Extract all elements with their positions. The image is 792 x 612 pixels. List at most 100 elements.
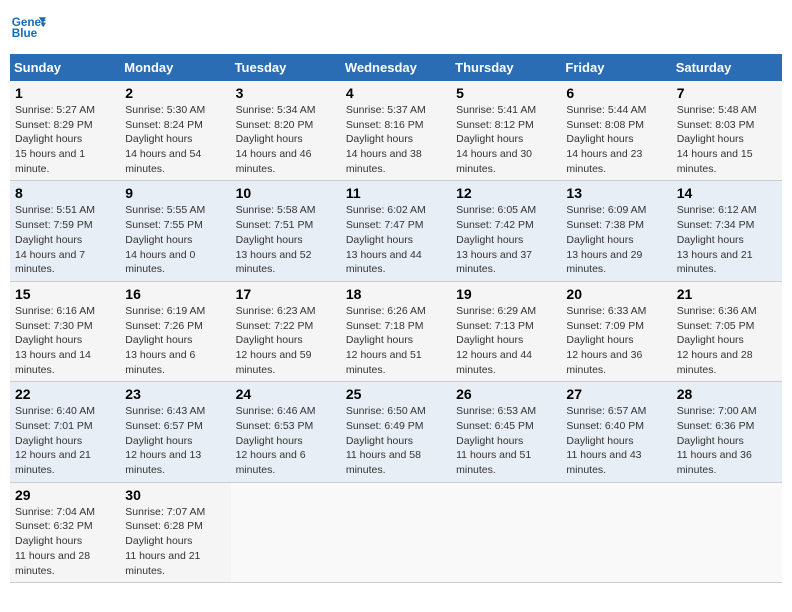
day-number: 1	[15, 85, 115, 101]
calendar-day-cell: 28 Sunrise: 7:00 AMSunset: 6:36 PMDaylig…	[672, 382, 782, 482]
day-number: 19	[456, 286, 556, 302]
calendar-day-cell: 2 Sunrise: 5:30 AMSunset: 8:24 PMDayligh…	[120, 81, 230, 181]
day-info: Sunrise: 6:02 AMSunset: 7:47 PMDaylight …	[346, 203, 446, 276]
day-info: Sunrise: 6:12 AMSunset: 7:34 PMDaylight …	[677, 203, 777, 276]
day-info: Sunrise: 5:41 AMSunset: 8:12 PMDaylight …	[456, 103, 556, 176]
calendar-day-cell: 27 Sunrise: 6:57 AMSunset: 6:40 PMDaylig…	[561, 382, 671, 482]
day-info: Sunrise: 7:00 AMSunset: 6:36 PMDaylight …	[677, 404, 777, 477]
calendar-day-cell: 4 Sunrise: 5:37 AMSunset: 8:16 PMDayligh…	[341, 81, 451, 181]
day-number: 16	[125, 286, 225, 302]
logo: General Blue	[10, 10, 46, 46]
weekday-header: Saturday	[672, 54, 782, 81]
day-info: Sunrise: 6:33 AMSunset: 7:09 PMDaylight …	[566, 304, 666, 377]
day-number: 28	[677, 386, 777, 402]
calendar-day-cell	[451, 482, 561, 582]
day-number: 12	[456, 185, 556, 201]
day-info: Sunrise: 7:07 AMSunset: 6:28 PMDaylight …	[125, 505, 225, 578]
day-info: Sunrise: 5:34 AMSunset: 8:20 PMDaylight …	[236, 103, 336, 176]
day-info: Sunrise: 7:04 AMSunset: 6:32 PMDaylight …	[15, 505, 115, 578]
day-info: Sunrise: 5:58 AMSunset: 7:51 PMDaylight …	[236, 203, 336, 276]
day-number: 23	[125, 386, 225, 402]
day-info: Sunrise: 6:16 AMSunset: 7:30 PMDaylight …	[15, 304, 115, 377]
day-number: 17	[236, 286, 336, 302]
weekday-header: Sunday	[10, 54, 120, 81]
day-info: Sunrise: 6:05 AMSunset: 7:42 PMDaylight …	[456, 203, 556, 276]
calendar-day-cell: 24 Sunrise: 6:46 AMSunset: 6:53 PMDaylig…	[231, 382, 341, 482]
weekday-header: Friday	[561, 54, 671, 81]
calendar-day-cell: 29 Sunrise: 7:04 AMSunset: 6:32 PMDaylig…	[10, 482, 120, 582]
day-number: 11	[346, 185, 446, 201]
calendar-week-row: 8 Sunrise: 5:51 AMSunset: 7:59 PMDayligh…	[10, 181, 782, 281]
day-info: Sunrise: 6:43 AMSunset: 6:57 PMDaylight …	[125, 404, 225, 477]
day-info: Sunrise: 5:27 AMSunset: 8:29 PMDaylight …	[15, 103, 115, 176]
day-number: 9	[125, 185, 225, 201]
calendar-day-cell: 18 Sunrise: 6:26 AMSunset: 7:18 PMDaylig…	[341, 281, 451, 381]
calendar-day-cell: 19 Sunrise: 6:29 AMSunset: 7:13 PMDaylig…	[451, 281, 561, 381]
day-info: Sunrise: 5:48 AMSunset: 8:03 PMDaylight …	[677, 103, 777, 176]
calendar-week-row: 1 Sunrise: 5:27 AMSunset: 8:29 PMDayligh…	[10, 81, 782, 181]
calendar-day-cell: 26 Sunrise: 6:53 AMSunset: 6:45 PMDaylig…	[451, 382, 561, 482]
calendar-day-cell: 15 Sunrise: 6:16 AMSunset: 7:30 PMDaylig…	[10, 281, 120, 381]
day-info: Sunrise: 6:09 AMSunset: 7:38 PMDaylight …	[566, 203, 666, 276]
day-info: Sunrise: 6:40 AMSunset: 7:01 PMDaylight …	[15, 404, 115, 477]
calendar-day-cell: 22 Sunrise: 6:40 AMSunset: 7:01 PMDaylig…	[10, 382, 120, 482]
day-number: 10	[236, 185, 336, 201]
calendar-table: SundayMondayTuesdayWednesdayThursdayFrid…	[10, 54, 782, 583]
day-info: Sunrise: 5:55 AMSunset: 7:55 PMDaylight …	[125, 203, 225, 276]
calendar-day-cell: 6 Sunrise: 5:44 AMSunset: 8:08 PMDayligh…	[561, 81, 671, 181]
day-info: Sunrise: 6:50 AMSunset: 6:49 PMDaylight …	[346, 404, 446, 477]
calendar-week-row: 15 Sunrise: 6:16 AMSunset: 7:30 PMDaylig…	[10, 281, 782, 381]
calendar-week-row: 22 Sunrise: 6:40 AMSunset: 7:01 PMDaylig…	[10, 382, 782, 482]
svg-text:Blue: Blue	[12, 27, 38, 40]
day-info: Sunrise: 5:44 AMSunset: 8:08 PMDaylight …	[566, 103, 666, 176]
day-number: 15	[15, 286, 115, 302]
day-number: 4	[346, 85, 446, 101]
calendar-day-cell: 20 Sunrise: 6:33 AMSunset: 7:09 PMDaylig…	[561, 281, 671, 381]
calendar-day-cell: 14 Sunrise: 6:12 AMSunset: 7:34 PMDaylig…	[672, 181, 782, 281]
day-number: 14	[677, 185, 777, 201]
day-number: 24	[236, 386, 336, 402]
weekday-header: Thursday	[451, 54, 561, 81]
calendar-day-cell: 23 Sunrise: 6:43 AMSunset: 6:57 PMDaylig…	[120, 382, 230, 482]
day-info: Sunrise: 6:57 AMSunset: 6:40 PMDaylight …	[566, 404, 666, 477]
day-info: Sunrise: 6:26 AMSunset: 7:18 PMDaylight …	[346, 304, 446, 377]
day-number: 30	[125, 487, 225, 503]
calendar-day-cell: 21 Sunrise: 6:36 AMSunset: 7:05 PMDaylig…	[672, 281, 782, 381]
day-number: 20	[566, 286, 666, 302]
weekday-header: Monday	[120, 54, 230, 81]
day-number: 22	[15, 386, 115, 402]
calendar-day-cell	[561, 482, 671, 582]
calendar-day-cell: 1 Sunrise: 5:27 AMSunset: 8:29 PMDayligh…	[10, 81, 120, 181]
calendar-day-cell: 3 Sunrise: 5:34 AMSunset: 8:20 PMDayligh…	[231, 81, 341, 181]
logo-icon: General Blue	[10, 10, 46, 46]
day-number: 25	[346, 386, 446, 402]
calendar-day-cell: 30 Sunrise: 7:07 AMSunset: 6:28 PMDaylig…	[120, 482, 230, 582]
calendar-day-cell	[231, 482, 341, 582]
day-number: 26	[456, 386, 556, 402]
calendar-day-cell: 11 Sunrise: 6:02 AMSunset: 7:47 PMDaylig…	[341, 181, 451, 281]
day-info: Sunrise: 6:19 AMSunset: 7:26 PMDaylight …	[125, 304, 225, 377]
day-number: 5	[456, 85, 556, 101]
calendar-day-cell: 7 Sunrise: 5:48 AMSunset: 8:03 PMDayligh…	[672, 81, 782, 181]
day-number: 13	[566, 185, 666, 201]
page-header: General Blue	[10, 10, 782, 46]
day-number: 29	[15, 487, 115, 503]
day-info: Sunrise: 6:53 AMSunset: 6:45 PMDaylight …	[456, 404, 556, 477]
day-info: Sunrise: 5:37 AMSunset: 8:16 PMDaylight …	[346, 103, 446, 176]
weekday-header: Tuesday	[231, 54, 341, 81]
day-info: Sunrise: 5:51 AMSunset: 7:59 PMDaylight …	[15, 203, 115, 276]
day-info: Sunrise: 5:30 AMSunset: 8:24 PMDaylight …	[125, 103, 225, 176]
day-info: Sunrise: 6:36 AMSunset: 7:05 PMDaylight …	[677, 304, 777, 377]
day-number: 6	[566, 85, 666, 101]
day-number: 7	[677, 85, 777, 101]
calendar-day-cell: 17 Sunrise: 6:23 AMSunset: 7:22 PMDaylig…	[231, 281, 341, 381]
calendar-day-cell	[672, 482, 782, 582]
day-number: 21	[677, 286, 777, 302]
day-info: Sunrise: 6:23 AMSunset: 7:22 PMDaylight …	[236, 304, 336, 377]
calendar-day-cell	[341, 482, 451, 582]
day-info: Sunrise: 6:29 AMSunset: 7:13 PMDaylight …	[456, 304, 556, 377]
calendar-day-cell: 13 Sunrise: 6:09 AMSunset: 7:38 PMDaylig…	[561, 181, 671, 281]
calendar-day-cell: 9 Sunrise: 5:55 AMSunset: 7:55 PMDayligh…	[120, 181, 230, 281]
day-info: Sunrise: 6:46 AMSunset: 6:53 PMDaylight …	[236, 404, 336, 477]
day-number: 8	[15, 185, 115, 201]
